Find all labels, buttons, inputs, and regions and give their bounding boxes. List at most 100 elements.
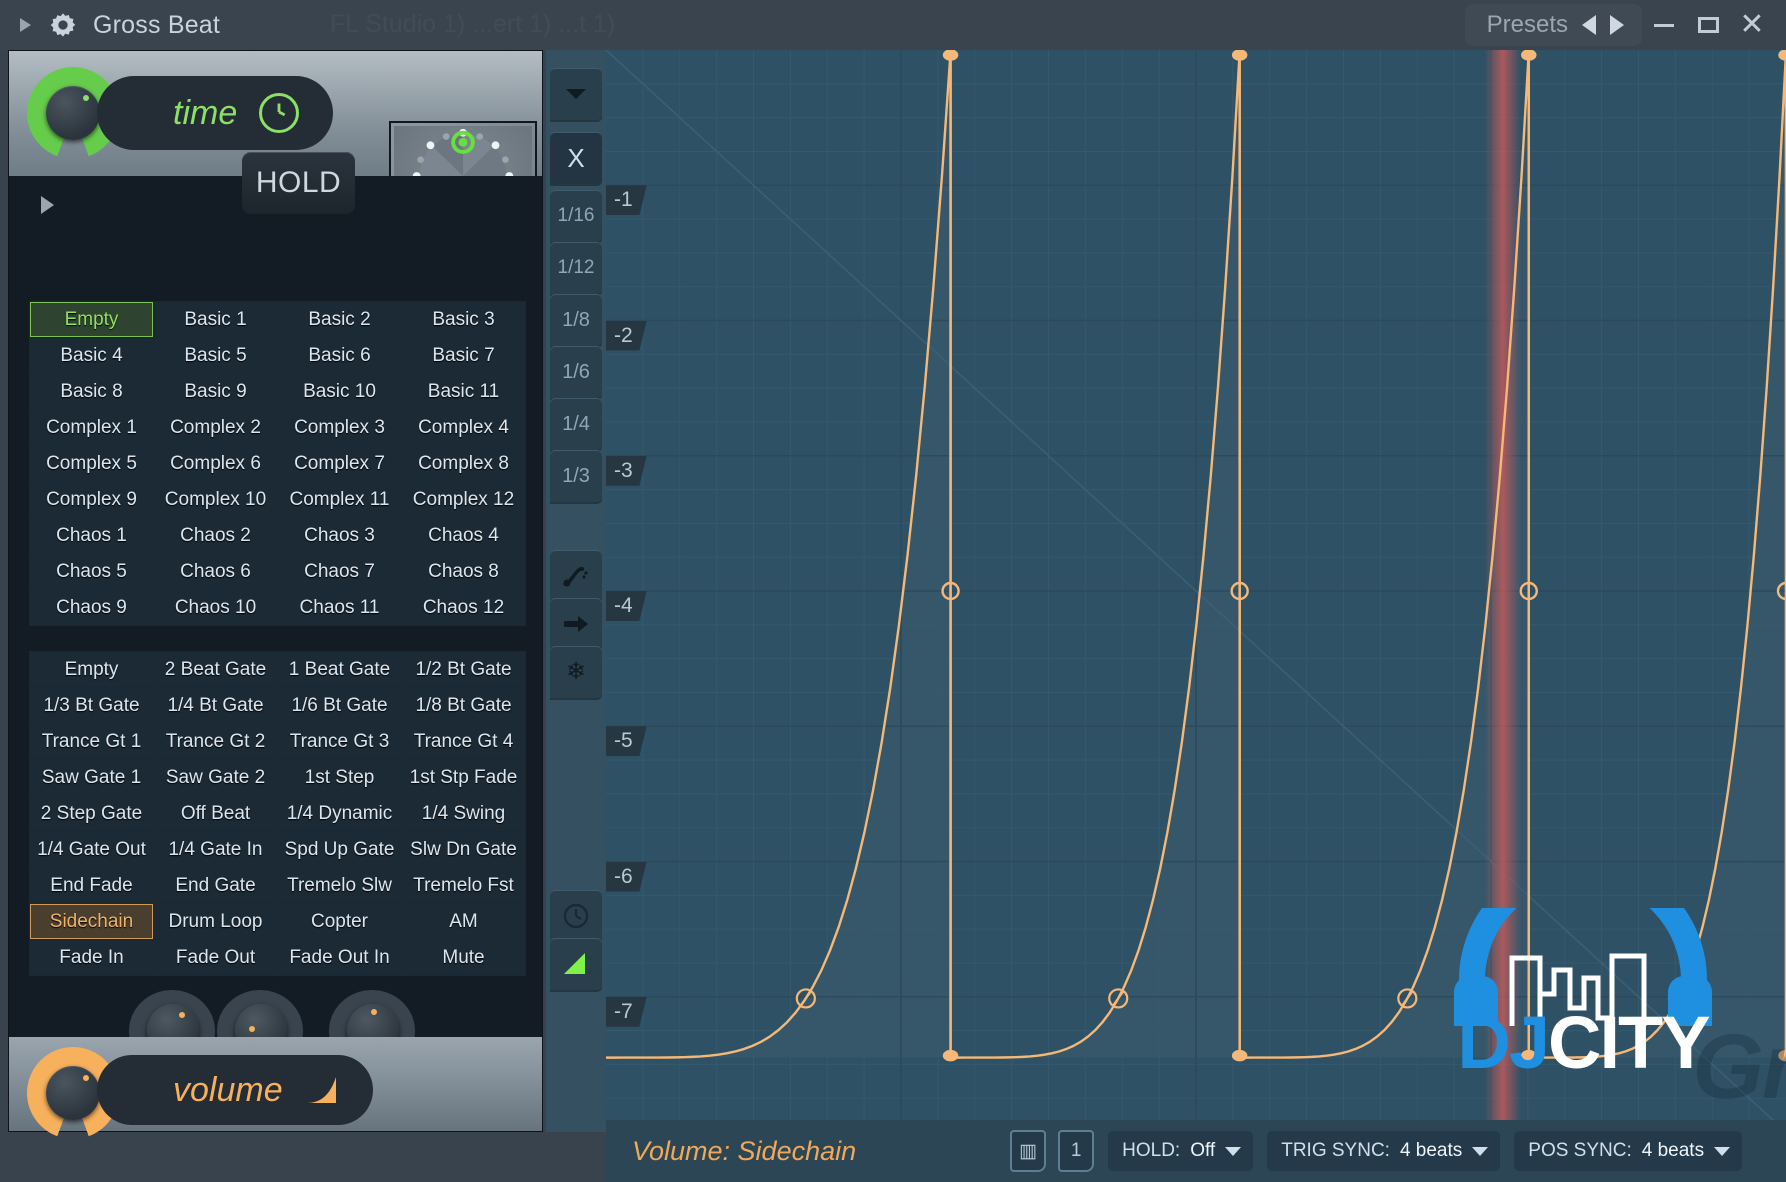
- time-preset-cell[interactable]: Basic 9: [154, 374, 277, 409]
- slot-number-badge[interactable]: 1: [1058, 1130, 1095, 1172]
- volume-preset-cell[interactable]: 2 Step Gate: [30, 796, 153, 831]
- volume-preset-cell[interactable]: Drum Loop: [154, 904, 277, 939]
- time-preset-cell[interactable]: Complex 10: [154, 482, 277, 517]
- time-preset-cell[interactable]: Basic 2: [278, 302, 401, 337]
- minimize-button[interactable]: [1642, 0, 1686, 50]
- volume-preset-cell[interactable]: 1st Stp Fade: [402, 760, 525, 795]
- volume-preset-cell[interactable]: Off Beat: [154, 796, 277, 831]
- toolbar-smooth-button[interactable]: [550, 550, 602, 602]
- volume-preset-cell[interactable]: 1/4 Dynamic: [278, 796, 401, 831]
- time-preset-cell[interactable]: Basic 6: [278, 338, 401, 373]
- volume-preset-cell[interactable]: 1/6 Bt Gate: [278, 688, 401, 723]
- volume-preset-cell[interactable]: 1/4 Gate In: [154, 832, 277, 867]
- time-preset-cell[interactable]: Chaos 7: [278, 554, 401, 589]
- time-preset-cell[interactable]: Chaos 11: [278, 590, 401, 625]
- time-preset-cell[interactable]: Complex 7: [278, 446, 401, 481]
- time-preset-cell[interactable]: Chaos 10: [154, 590, 277, 625]
- volume-preset-cell[interactable]: 1/3 Bt Gate: [30, 688, 153, 723]
- volume-preset-cell[interactable]: Saw Gate 2: [154, 760, 277, 795]
- time-preset-cell[interactable]: Complex 3: [278, 410, 401, 445]
- time-preset-cell[interactable]: Chaos 5: [30, 554, 153, 589]
- volume-preset-cell[interactable]: Fade Out: [154, 940, 277, 975]
- volume-preset-cell[interactable]: Trance Gt 2: [154, 724, 277, 759]
- volume-preset-cell[interactable]: End Gate: [154, 868, 277, 903]
- toolbar-snap-1-3-button[interactable]: 1/3: [550, 450, 602, 502]
- time-preset-cell[interactable]: Chaos 9: [30, 590, 153, 625]
- volume-preset-cell[interactable]: 1/8 Bt Gate: [402, 688, 525, 723]
- time-preset-cell[interactable]: Chaos 2: [154, 518, 277, 553]
- volume-preset-cell[interactable]: AM: [402, 904, 525, 939]
- pos-sync-dropdown[interactable]: POS SYNC: 4 beats: [1514, 1131, 1743, 1171]
- time-preset-cell[interactable]: Empty: [30, 302, 153, 337]
- time-preset-cell[interactable]: Complex 8: [402, 446, 525, 481]
- time-preset-cell[interactable]: Basic 8: [30, 374, 153, 409]
- volume-preset-cell[interactable]: 1 Beat Gate: [278, 652, 401, 687]
- time-preset-cell[interactable]: Basic 3: [402, 302, 525, 337]
- time-preset-cell[interactable]: Chaos 8: [402, 554, 525, 589]
- toolbar-dropdown-button[interactable]: [550, 68, 602, 120]
- volume-preset-cell[interactable]: 1st Step: [278, 760, 401, 795]
- keyboard-icon[interactable]: ▥: [1010, 1130, 1047, 1172]
- volume-preset-cell[interactable]: 1/2 Bt Gate: [402, 652, 525, 687]
- toolbar-time-mode-button[interactable]: [550, 890, 602, 942]
- volume-preset-cell[interactable]: Fade Out In: [278, 940, 401, 975]
- presets-control[interactable]: Presets: [1464, 4, 1642, 46]
- toolbar-snap-off-button[interactable]: X: [550, 132, 602, 184]
- chevron-right-icon[interactable]: [1610, 15, 1624, 35]
- volume-preset-cell[interactable]: Tremelo Fst: [402, 868, 525, 903]
- time-preset-cell[interactable]: Complex 1: [30, 410, 153, 445]
- volume-preset-cell[interactable]: End Fade: [30, 868, 153, 903]
- chevron-left-icon[interactable]: [1582, 15, 1596, 35]
- time-preset-cell[interactable]: Chaos 12: [402, 590, 525, 625]
- time-preset-cell[interactable]: Complex 6: [154, 446, 277, 481]
- volume-preset-cell[interactable]: 1/4 Swing: [402, 796, 525, 831]
- volume-preset-cell[interactable]: Saw Gate 1: [30, 760, 153, 795]
- volume-preset-cell[interactable]: Slw Dn Gate: [402, 832, 525, 867]
- time-preset-cell[interactable]: Complex 5: [30, 446, 153, 481]
- time-preset-cell[interactable]: Complex 11: [278, 482, 401, 517]
- hold-dropdown[interactable]: HOLD: Off: [1108, 1131, 1254, 1171]
- time-preset-cell[interactable]: Chaos 1: [30, 518, 153, 553]
- volume-preset-cell[interactable]: Trance Gt 4: [402, 724, 525, 759]
- time-preset-cell[interactable]: Chaos 6: [154, 554, 277, 589]
- toolbar-snap-1-12-button[interactable]: 1/12: [550, 242, 602, 294]
- trig-sync-dropdown[interactable]: TRIG SYNC: 4 beats: [1267, 1131, 1501, 1171]
- expand-arrow-icon[interactable]: [20, 18, 31, 32]
- hold-button[interactable]: HOLD: [242, 152, 355, 214]
- time-preset-cell[interactable]: Basic 10: [278, 374, 401, 409]
- volume-preset-cell[interactable]: Tremelo Slw: [278, 868, 401, 903]
- volume-preset-cell[interactable]: Trance Gt 1: [30, 724, 153, 759]
- gear-icon[interactable]: [49, 11, 77, 39]
- time-preset-cell[interactable]: Chaos 3: [278, 518, 401, 553]
- time-preset-cell[interactable]: Complex 9: [30, 482, 153, 517]
- volume-preset-cell[interactable]: Spd Up Gate: [278, 832, 401, 867]
- toolbar-snap-1-4-button[interactable]: 1/4: [550, 398, 602, 450]
- volume-preset-cell[interactable]: Mute: [402, 940, 525, 975]
- volume-preset-cell[interactable]: Fade In: [30, 940, 153, 975]
- time-preset-cell[interactable]: Basic 5: [154, 338, 277, 373]
- toolbar-volume-mode-button[interactable]: [550, 938, 602, 990]
- time-preset-cell[interactable]: Basic 11: [402, 374, 525, 409]
- volume-preset-cell[interactable]: 1/4 Bt Gate: [154, 688, 277, 723]
- time-preset-cell[interactable]: Complex 4: [402, 410, 525, 445]
- time-preset-cell[interactable]: Complex 2: [154, 410, 277, 445]
- time-preset-cell[interactable]: Complex 12: [402, 482, 525, 517]
- expand-arrow-icon[interactable]: [41, 196, 54, 214]
- toolbar-freeze-button[interactable]: ❄: [550, 646, 602, 698]
- close-button[interactable]: ✕: [1730, 0, 1774, 50]
- time-preset-cell[interactable]: Basic 4: [30, 338, 153, 373]
- volume-preset-cell[interactable]: Trance Gt 3: [278, 724, 401, 759]
- envelope-graph[interactable]: GrossBeat DJCITY -1-2-3-4-5-6-7: [606, 50, 1786, 1132]
- time-preset-cell[interactable]: Basic 7: [402, 338, 525, 373]
- time-preset-cell[interactable]: Chaos 4: [402, 518, 525, 553]
- volume-preset-cell[interactable]: Copter: [278, 904, 401, 939]
- toolbar-snap-1-16-button[interactable]: 1/16: [550, 190, 602, 242]
- time-preset-cell[interactable]: Basic 1: [154, 302, 277, 337]
- volume-preset-cell[interactable]: 1/4 Gate Out: [30, 832, 153, 867]
- maximize-button[interactable]: [1686, 0, 1730, 50]
- toolbar-snap-1-6-button[interactable]: 1/6: [550, 346, 602, 398]
- toolbar-step-button[interactable]: [550, 598, 602, 650]
- toolbar-snap-1-8-button[interactable]: 1/8: [550, 294, 602, 346]
- volume-preset-cell[interactable]: Sidechain: [30, 904, 153, 939]
- volume-preset-cell[interactable]: Empty: [30, 652, 153, 687]
